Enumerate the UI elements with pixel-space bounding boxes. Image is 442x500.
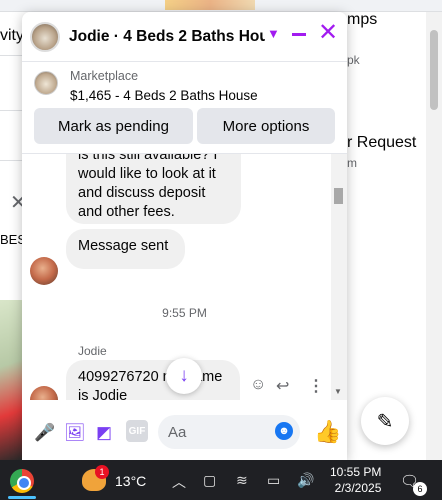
page-scrollbar-thumb[interactable] [430,30,438,110]
wifi-icon[interactable]: ≋ [236,472,248,489]
messenger-chat-window: Jodie · 4 Beds 2 Baths Hous… ▼ ✕ Marketp… [22,12,347,460]
device-icon[interactable]: ▢ [203,472,216,489]
clock-date: 2/3/2025 [334,481,382,495]
chat-header[interactable]: Jodie · 4 Beds 2 Baths Hous… [22,12,347,62]
background-right-text: m [347,156,357,170]
outgoing-message-bubble[interactable]: is this still available? I would like to… [66,154,241,224]
chevron-up-icon[interactable]: ︿ [172,472,186,492]
listing-avatar[interactable] [30,21,60,52]
message-sent-bubble[interactable]: Message sent [66,229,185,269]
windows-taskbar: 1 13°C ︿ ▢ ≋ ▭ 🔊 10:55 PM 2/3/2025 🗨 6 [0,460,442,500]
photo-icon[interactable]: 🖼 [64,423,86,443]
background-right-text: pk [347,53,360,67]
chat-title[interactable]: Jodie · 4 Beds 2 Baths Hous… [69,28,265,46]
background-right-text[interactable]: r Request [347,134,416,152]
listing-thumbnail[interactable] [34,71,58,95]
marketplace-label: Marketplace [70,69,139,83]
message-list[interactable]: is this still available? I would like to… [22,154,347,400]
battery-icon[interactable]: ▭ [267,472,280,489]
weather-badge: 1 [95,465,109,479]
listing-title[interactable]: $1,465 - 4 Beds 2 Baths House [70,88,258,103]
sticker-icon[interactable]: ◩ [96,423,112,443]
reply-icon[interactable]: ↩ [276,376,289,396]
like-icon[interactable]: 👍 [314,419,341,445]
background-divider [0,55,22,56]
temperature[interactable]: 13°C [115,473,146,489]
background-divider [0,110,22,111]
background-right-text: mps [347,11,378,28]
close-chat-icon[interactable]: ✕ [318,21,338,45]
scrollbar-down-arrow-icon[interactable]: ▼ [334,387,342,396]
clock-time: 10:55 PM [330,465,382,479]
message-timestamp: 9:55 PM [162,306,207,320]
avatar[interactable] [30,257,58,285]
background-left-text: vity [0,27,24,44]
sender-name: Jodie [78,344,107,358]
compose-icon: ✎ [376,410,394,433]
microphone-icon[interactable]: 🎤 [34,423,55,443]
notification-count: 6 [413,482,427,496]
chevron-down-icon[interactable]: ▼ [267,26,280,41]
more-actions-icon[interactable]: ⋮ [308,376,324,396]
react-emoji-icon[interactable]: ☺ [250,376,266,394]
avatar[interactable] [30,386,58,400]
chrome-icon[interactable] [10,469,34,493]
more-options-button[interactable]: More options [197,108,335,144]
mark-as-pending-button[interactable]: Mark as pending [34,108,193,144]
emoji-icon[interactable]: ☻ [275,422,293,440]
chat-scrollbar-thumb[interactable] [334,188,343,204]
scroll-to-bottom-icon[interactable]: ↓ [166,358,202,394]
background-thumbnails [165,0,255,10]
gif-icon[interactable]: GIF [126,420,148,442]
clock[interactable]: 10:55 PM 2/3/2025 [330,464,381,496]
incoming-message-bubble[interactable]: 4099276720 my name is Jodie [66,360,240,400]
new-message-button[interactable]: ✎ [361,397,409,445]
background-divider [0,160,22,161]
background-photo [0,300,22,460]
active-app-indicator [8,496,36,499]
minimize-icon[interactable] [292,33,306,36]
volume-icon[interactable]: 🔊 [297,472,314,489]
